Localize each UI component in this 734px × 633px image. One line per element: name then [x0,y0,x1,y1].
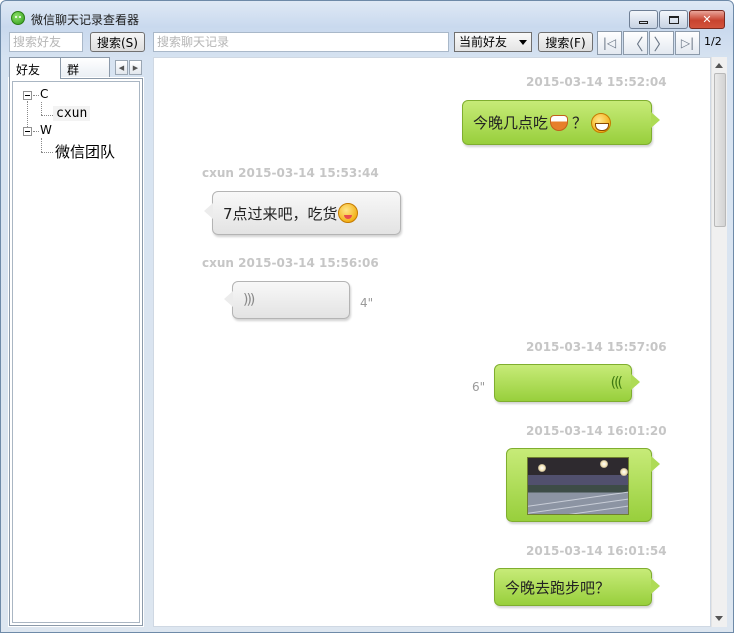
tab-scroll-left-icon[interactable]: ◀ [115,60,128,75]
search-scope-value: 当前好友 [459,35,508,49]
friend-search-button[interactable]: 搜索(S) [90,32,145,52]
tree-connector [41,152,53,153]
minimize-icon [639,21,648,24]
rice-bowl-emoji-icon [550,114,569,131]
tree-group-w[interactable]: W [40,123,52,137]
chat-scrollbar[interactable] [711,57,727,627]
first-page-icon: |◁ [602,36,617,50]
voice-message[interactable]: ((( [494,364,632,402]
message-bubble[interactable]: 今晚几点吃 ？ [462,100,652,145]
tab-friends-label: 好友 [16,63,41,77]
tree-connector [41,138,42,152]
search-scope-select[interactable]: 当前好友 [454,32,532,52]
scroll-down-icon[interactable] [715,616,723,621]
tree-group-c[interactable]: C [40,87,48,101]
tab-friends[interactable]: 好友 [9,57,61,79]
app-window: 微信聊天记录查看器 ✕ 搜索(S) 当前好友 搜索(F) |◁ 〈 〉 ▷| 1… [0,0,734,633]
message-text: 今晚几点吃 [473,114,549,132]
message-timestamp: cxun 2015-03-14 15:53:44 [202,166,379,180]
collapse-c-icon[interactable] [23,91,32,100]
bubble-tail [651,578,660,594]
friend-search-input[interactable] [9,32,83,52]
close-button[interactable]: ✕ [689,10,725,29]
voice-duration: 4" [360,296,374,310]
prev-page-button[interactable]: 〈 [623,31,648,55]
tree-connector [33,95,39,96]
chat-search-button[interactable]: 搜索(F) [538,32,593,52]
first-page-button[interactable]: |◁ [597,31,622,55]
collapse-w-icon[interactable] [23,127,32,136]
message-bubble[interactable]: 7点过来吧，吃货 [212,191,401,235]
scroll-up-icon[interactable] [715,63,723,68]
stadium-light [620,468,628,476]
friend-tree-inner: C cxun W 微信团队 [12,81,140,623]
tree-connector [41,115,53,116]
photo-thumbnail[interactable] [527,457,629,515]
message-timestamp: 2015-03-14 16:01:20 [526,424,667,438]
message-timestamp: cxun 2015-03-14 15:56:06 [202,256,379,270]
bubble-tail [204,203,213,219]
voice-duration: 6" [472,380,486,394]
tree-connector [27,101,28,127]
chevron-down-icon [519,40,527,45]
tab-groups-label: 群 [67,63,80,77]
next-page-icon: 〉 [653,35,670,54]
stadium-light [538,464,546,472]
voice-wave-icon: ))) [243,292,255,308]
minimize-button[interactable] [629,10,658,29]
tree-connector [41,102,42,115]
message-bubble[interactable]: 今晚去跑步吧？ [494,568,652,606]
chat-search-input[interactable] [153,32,449,52]
window-title: 微信聊天记录查看器 [31,13,140,27]
page-indicator: 1/2 [704,35,722,48]
bubble-tail [224,291,233,307]
tree-friend-wechat-team[interactable]: 微信团队 [55,141,115,162]
scroll-thumb[interactable] [714,73,726,227]
tab-scroll-right-icon[interactable]: ▶ [129,60,142,75]
maximize-button[interactable] [659,10,688,29]
message-timestamp: 2015-03-14 15:57:06 [526,340,667,354]
last-page-icon: ▷| [680,36,695,50]
message-timestamp: 2015-03-14 16:01:54 [526,544,667,558]
tree-friend-cxun[interactable]: cxun [53,106,91,121]
grin-emoji-icon [591,112,612,133]
next-page-button[interactable]: 〉 [649,31,674,55]
message-text: 今晚去跑步吧？ [505,578,611,597]
bubble-tail [631,374,640,390]
wechat-logo-icon [11,11,25,25]
prev-page-icon: 〈 [627,35,644,54]
message-text-suffix: ？ [572,114,588,132]
voice-wave-icon: ((( [610,375,623,391]
voice-message[interactable]: ))) [232,281,350,319]
yum-emoji-icon [337,203,358,223]
sidebar: 好友 群 ◀ ▶ C cxun W 微信团队 [5,57,145,627]
title-bar[interactable]: 微信聊天记录查看器 ✕ [1,1,733,31]
last-page-button[interactable]: ▷| [675,31,700,55]
maximize-icon [668,15,679,24]
friend-tree: C cxun W 微信团队 [8,77,144,627]
stadium-light [600,460,608,468]
message-text: 7点过来吧，吃货 [223,204,338,223]
tree-connector [33,131,39,132]
bubble-tail [651,112,660,128]
tab-groups[interactable]: 群 [60,57,110,78]
close-icon: ✕ [702,13,712,26]
bubble-tail [651,456,660,472]
toolbar: 搜索(S) 当前好友 搜索(F) |◁ 〈 〉 ▷| 1/2 [1,31,733,55]
message-timestamp: 2015-03-14 15:52:04 [526,75,667,89]
